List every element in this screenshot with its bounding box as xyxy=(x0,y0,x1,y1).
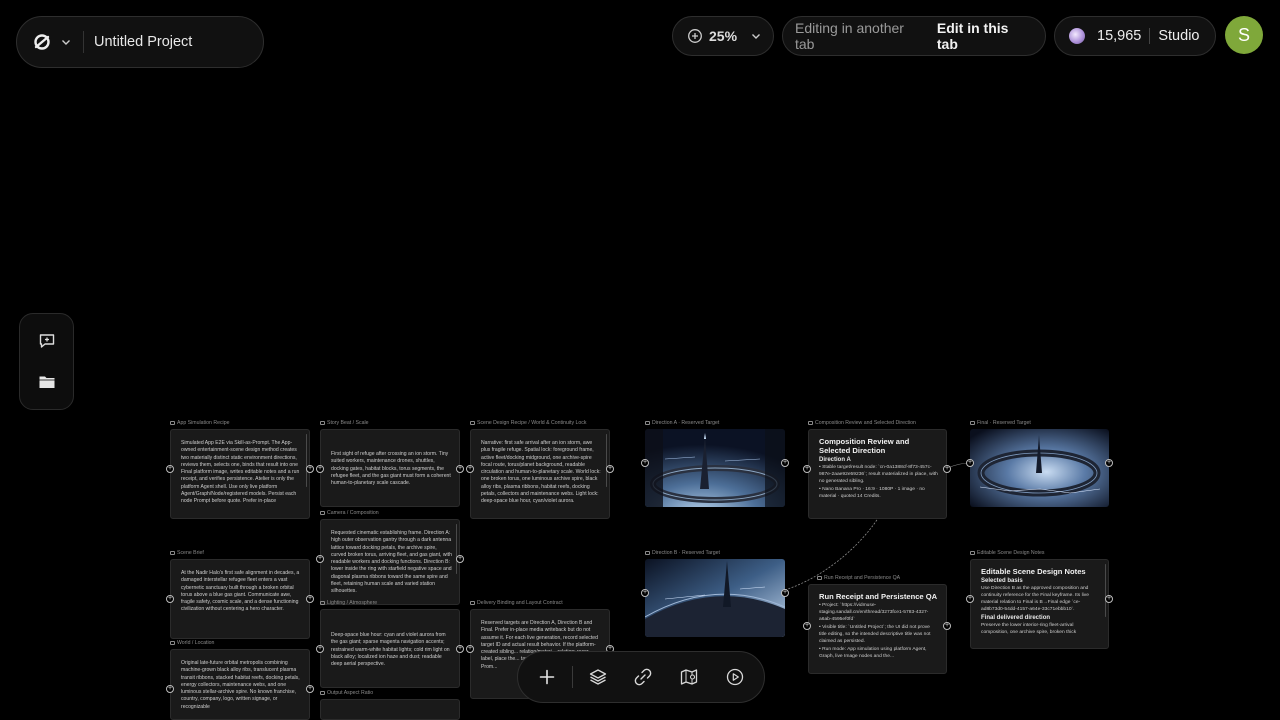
node-output-aspect-ratio[interactable] xyxy=(320,699,460,720)
node-title: Composition Review and Selected Directio… xyxy=(819,437,910,455)
node-label: Final · Reserved Target xyxy=(970,420,1031,426)
node-label: Camera / Composition xyxy=(320,510,379,516)
node-title: Editable Scene Design Notes xyxy=(981,567,1086,576)
space-station-image xyxy=(645,559,785,637)
output-port[interactable]: + xyxy=(306,685,314,693)
node-text: At the Nadir Halo's first safe alignment… xyxy=(181,570,300,613)
list-item: • Run mode: App simulation using platfor… xyxy=(819,647,927,659)
layers-button[interactable] xyxy=(575,654,621,700)
input-port[interactable]: + xyxy=(641,589,649,597)
layers-icon xyxy=(589,669,606,685)
output-port[interactable]: + xyxy=(306,465,314,473)
output-port[interactable]: + xyxy=(943,622,951,630)
bottom-toolbar xyxy=(517,651,765,703)
input-port[interactable]: + xyxy=(166,685,174,693)
scrollbar[interactable] xyxy=(1104,564,1106,617)
node-app-simulation-recipe[interactable]: Simulated App E2E via Skill-as-Prompt. T… xyxy=(170,429,310,519)
list-item: • Visible title: `Untitled Project`; the… xyxy=(819,625,931,644)
input-port[interactable]: + xyxy=(803,622,811,630)
input-port[interactable]: + xyxy=(466,645,474,653)
node-label: Lighting / Atmosphere xyxy=(320,600,377,606)
add-node-button[interactable] xyxy=(524,654,570,700)
input-port[interactable]: + xyxy=(966,595,974,603)
node-text: First sight of refuge after crossing an … xyxy=(331,451,451,487)
node-scene-brief[interactable]: At the Nadir Halo's first safe alignment… xyxy=(170,559,310,639)
node-label: Composition Review and Selected Directio… xyxy=(808,420,916,426)
node-run-receipt[interactable]: Run Receipt and Persistence QA • Project… xyxy=(808,584,947,674)
input-port[interactable]: + xyxy=(316,465,324,473)
input-port[interactable]: + xyxy=(316,645,324,653)
output-port[interactable]: + xyxy=(1105,595,1113,603)
node-text: Simulated App E2E via Skill-as-Prompt. T… xyxy=(181,440,300,505)
node-text: Original late-future orbital metropolis … xyxy=(181,660,300,710)
node-label: Direction A · Reserved Target xyxy=(645,420,719,426)
node-composition-review[interactable]: Composition Review and Selected Directio… xyxy=(808,429,947,519)
map-search-button[interactable] xyxy=(666,654,712,700)
node-text: Requested cinematic establishing frame. … xyxy=(331,530,452,595)
input-port[interactable]: + xyxy=(466,465,474,473)
scrollbar[interactable] xyxy=(305,434,307,487)
output-port[interactable]: + xyxy=(781,459,789,467)
add-icon xyxy=(539,669,555,685)
node-text: Narrative: first safe arrival after an i… xyxy=(481,440,601,505)
input-port[interactable]: + xyxy=(166,595,174,603)
space-station-image xyxy=(645,429,785,507)
node-scene-design-recipe[interactable]: Narrative: first safe arrival after an i… xyxy=(470,429,610,519)
link-icon xyxy=(635,668,652,686)
output-port[interactable]: + xyxy=(1105,459,1113,467)
space-station-image xyxy=(970,429,1109,507)
play-icon xyxy=(726,668,744,686)
image-node-direction-b[interactable] xyxy=(645,559,785,637)
node-label: Delivery Binding and Layout Contract xyxy=(470,600,563,606)
node-label: Scene Design Recipe / World & Continuity… xyxy=(470,420,586,426)
scrollbar[interactable] xyxy=(605,434,607,487)
output-port[interactable]: + xyxy=(456,645,464,653)
output-port[interactable]: + xyxy=(456,465,464,473)
node-text: Use Direction B as the approved composit… xyxy=(981,586,1089,612)
node-label: Scene Brief xyxy=(170,550,204,556)
node-label: Output Aspect Ratio xyxy=(320,690,373,696)
list-item: • Stable target/result node: `cn-0a1388c… xyxy=(819,465,938,484)
output-port[interactable]: + xyxy=(943,465,951,473)
list-item: • Nano Banana Pro · 16:9 · 1080P · 1 ima… xyxy=(819,487,925,499)
input-port[interactable]: + xyxy=(803,465,811,473)
node-label: Story Beat / Scale xyxy=(320,420,369,426)
node-camera-composition[interactable]: Requested cinematic establishing frame. … xyxy=(320,519,460,605)
node-label: App Simulation Recipe xyxy=(170,420,229,426)
node-story-beat[interactable]: First sight of refuge after crossing an … xyxy=(320,429,460,507)
input-port[interactable]: + xyxy=(966,459,974,467)
node-lighting-atmosphere[interactable]: Deep-space blue hour: cyan and violet au… xyxy=(320,609,460,688)
node-world-location[interactable]: Original late-future orbital metropolis … xyxy=(170,649,310,720)
image-node-direction-a[interactable] xyxy=(645,429,785,507)
list-item: • Project: `https://vidmuse-staging.sand… xyxy=(819,603,929,622)
node-text: Preserve the lower interior-ring fleet-a… xyxy=(981,623,1077,635)
node-scene-design-notes[interactable]: Editable Scene Design Notes Selected bas… xyxy=(970,559,1109,649)
node-label: Run Receipt and Persistence QA xyxy=(817,575,900,581)
node-label: World / Location xyxy=(170,640,214,646)
image-node-final[interactable] xyxy=(970,429,1109,507)
output-port[interactable]: + xyxy=(306,595,314,603)
node-label: Direction B · Reserved Target xyxy=(645,550,720,556)
output-port[interactable]: + xyxy=(606,465,614,473)
input-port[interactable]: + xyxy=(316,555,324,563)
divider xyxy=(571,666,573,688)
output-port[interactable]: + xyxy=(781,589,789,597)
map-icon xyxy=(681,669,698,685)
link-button[interactable] xyxy=(621,654,667,700)
play-button[interactable] xyxy=(712,654,758,700)
scrollbar[interactable] xyxy=(455,524,457,575)
output-port[interactable]: + xyxy=(456,555,464,563)
node-title: Run Receipt and Persistence QA xyxy=(819,592,938,601)
input-port[interactable]: + xyxy=(166,465,174,473)
node-label: Editable Scene Design Notes xyxy=(970,550,1044,556)
node-text: Deep-space blue hour: cyan and violet au… xyxy=(331,632,450,668)
input-port[interactable]: + xyxy=(641,459,649,467)
